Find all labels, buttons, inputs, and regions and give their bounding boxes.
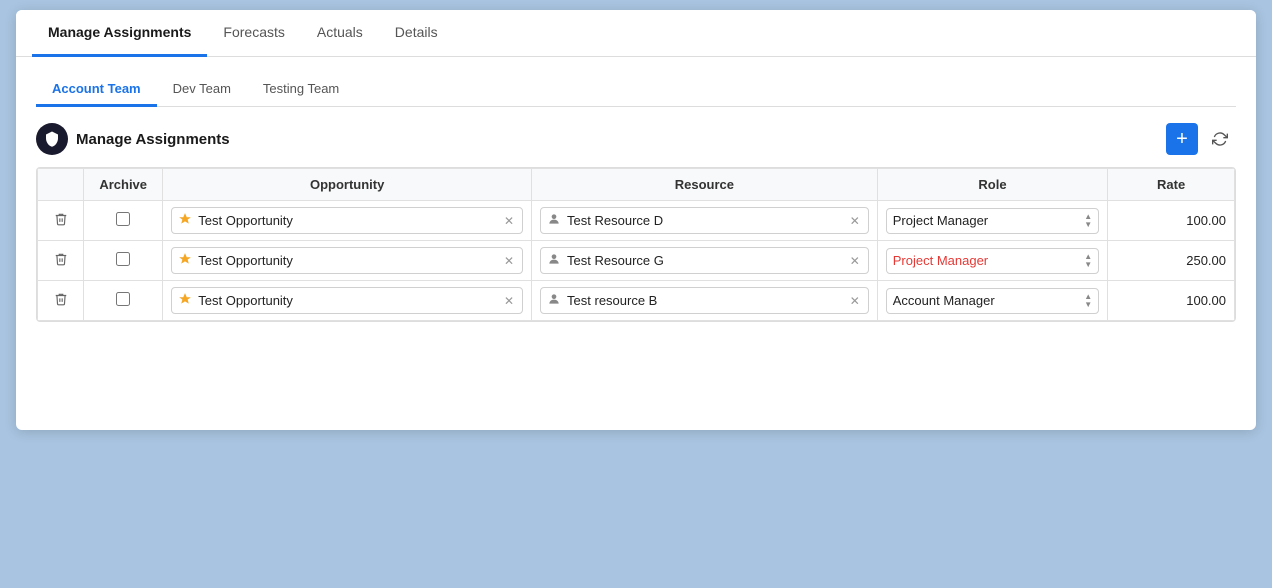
- clear-opportunity-2-button[interactable]: ✕: [502, 254, 516, 268]
- col-header-opportunity: Opportunity: [163, 169, 532, 201]
- col-header-delete: [38, 169, 84, 201]
- resource-field-2[interactable]: Test Resource G ✕: [540, 247, 869, 274]
- row-2-resource-cell: Test Resource G ✕: [532, 241, 878, 281]
- opportunity-field-3[interactable]: Test Opportunity ✕: [171, 287, 523, 314]
- col-header-rate: Rate: [1108, 169, 1235, 201]
- role-text-2: Project Manager: [893, 253, 1081, 268]
- tab-forecasts[interactable]: Forecasts: [207, 10, 300, 57]
- opportunity-text-3: Test Opportunity: [198, 293, 496, 308]
- opportunity-text-1: Test Opportunity: [198, 213, 496, 228]
- person-icon-3: [547, 292, 561, 309]
- row-3-rate-cell: 100.00: [1108, 281, 1235, 321]
- shield-icon: [36, 123, 68, 155]
- clear-resource-2-button[interactable]: ✕: [848, 254, 862, 268]
- crown-icon-2: [178, 252, 192, 269]
- row-1-archive-cell: [84, 201, 163, 241]
- resource-field-3[interactable]: Test resource B ✕: [540, 287, 869, 314]
- archive-checkbox-3[interactable]: [116, 292, 130, 306]
- crown-icon-3: [178, 292, 192, 309]
- assignments-table: Archive Opportunity Resource Role Rate: [37, 168, 1235, 321]
- tab-details[interactable]: Details: [379, 10, 454, 57]
- col-header-resource: Resource: [532, 169, 878, 201]
- row-1-opportunity-cell: Test Opportunity ✕: [163, 201, 532, 241]
- row-1-resource-cell: Test Resource D ✕: [532, 201, 878, 241]
- row-2-rate-cell: 250.00: [1108, 241, 1235, 281]
- header-actions: +: [1166, 123, 1236, 155]
- col-header-role: Role: [877, 169, 1107, 201]
- opportunity-text-2: Test Opportunity: [198, 253, 496, 268]
- role-spinner-1: ▲ ▼: [1084, 213, 1092, 229]
- add-button[interactable]: +: [1166, 123, 1198, 155]
- delete-row-1-button[interactable]: [50, 210, 72, 231]
- archive-checkbox-2[interactable]: [116, 252, 130, 266]
- role-field-2[interactable]: Project Manager ▲ ▼: [886, 248, 1099, 274]
- role-down-1-button[interactable]: ▼: [1084, 221, 1092, 229]
- row-3-archive-cell: [84, 281, 163, 321]
- section-title: Manage Assignments: [76, 131, 230, 148]
- table-row: Test Opportunity ✕: [38, 201, 1235, 241]
- row-2-opportunity-cell: Test Opportunity ✕: [163, 241, 532, 281]
- resource-text-1: Test Resource D: [567, 213, 842, 228]
- row-2-role-cell: Project Manager ▲ ▼: [877, 241, 1107, 281]
- clear-resource-3-button[interactable]: ✕: [848, 294, 862, 308]
- sub-tab-dev-team[interactable]: Dev Team: [157, 73, 247, 107]
- role-down-2-button[interactable]: ▼: [1084, 261, 1092, 269]
- row-3-delete-cell: [38, 281, 84, 321]
- archive-checkbox-1[interactable]: [116, 212, 130, 226]
- resource-field-1[interactable]: Test Resource D ✕: [540, 207, 869, 234]
- sub-tab-account-team[interactable]: Account Team: [36, 73, 157, 107]
- content-area: Account Team Dev Team Testing Team Manag…: [16, 57, 1256, 338]
- clear-opportunity-3-button[interactable]: ✕: [502, 294, 516, 308]
- delete-row-2-button[interactable]: [50, 250, 72, 271]
- delete-row-3-button[interactable]: [50, 290, 72, 311]
- row-2-archive-cell: [84, 241, 163, 281]
- role-down-3-button[interactable]: ▼: [1084, 301, 1092, 309]
- resource-text-3: Test resource B: [567, 293, 842, 308]
- crown-icon-1: [178, 212, 192, 229]
- row-3-opportunity-cell: Test Opportunity ✕: [163, 281, 532, 321]
- sub-tab-testing-team[interactable]: Testing Team: [247, 73, 355, 107]
- row-1-delete-cell: [38, 201, 84, 241]
- role-spinner-3: ▲ ▼: [1084, 293, 1092, 309]
- role-text-3: Account Manager: [893, 293, 1081, 308]
- row-2-delete-cell: [38, 241, 84, 281]
- opportunity-field-1[interactable]: Test Opportunity ✕: [171, 207, 523, 234]
- table-row: Test Opportunity ✕: [38, 241, 1235, 281]
- sub-tabs: Account Team Dev Team Testing Team: [36, 73, 1236, 107]
- role-spinner-2: ▲ ▼: [1084, 253, 1092, 269]
- row-1-role-cell: Project Manager ▲ ▼: [877, 201, 1107, 241]
- clear-resource-1-button[interactable]: ✕: [848, 214, 862, 228]
- clear-opportunity-1-button[interactable]: ✕: [502, 214, 516, 228]
- tab-actuals[interactable]: Actuals: [301, 10, 379, 57]
- row-3-resource-cell: Test resource B ✕: [532, 281, 878, 321]
- row-1-rate-cell: 100.00: [1108, 201, 1235, 241]
- col-header-archive: Archive: [84, 169, 163, 201]
- tab-manage-assignments[interactable]: Manage Assignments: [32, 10, 207, 57]
- table-wrapper: Archive Opportunity Resource Role Rate: [36, 167, 1236, 322]
- section-title-group: Manage Assignments: [36, 123, 230, 155]
- refresh-button[interactable]: [1204, 123, 1236, 155]
- top-nav: Manage Assignments Forecasts Actuals Det…: [16, 10, 1256, 57]
- app-container: Manage Assignments Forecasts Actuals Det…: [16, 10, 1256, 430]
- person-icon-2: [547, 252, 561, 269]
- person-icon-1: [547, 212, 561, 229]
- role-field-1[interactable]: Project Manager ▲ ▼: [886, 208, 1099, 234]
- table-row: Test Opportunity ✕: [38, 281, 1235, 321]
- opportunity-field-2[interactable]: Test Opportunity ✕: [171, 247, 523, 274]
- section-header: Manage Assignments +: [36, 123, 1236, 155]
- resource-text-2: Test Resource G: [567, 253, 842, 268]
- role-text-1: Project Manager: [893, 213, 1081, 228]
- role-field-3[interactable]: Account Manager ▲ ▼: [886, 288, 1099, 314]
- row-3-role-cell: Account Manager ▲ ▼: [877, 281, 1107, 321]
